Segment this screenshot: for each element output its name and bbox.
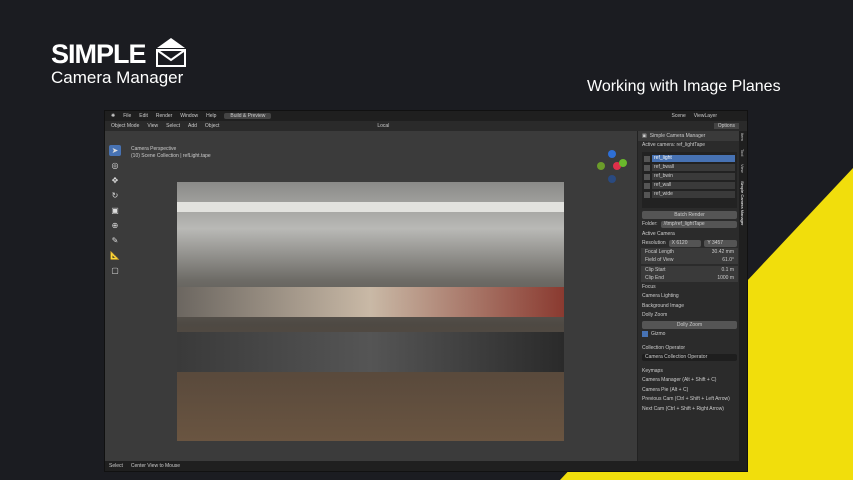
menu-select[interactable]: Select: [166, 123, 180, 129]
scale-tool-icon[interactable]: ▣: [109, 205, 121, 216]
focus-section[interactable]: Focus: [638, 282, 741, 292]
camera-lighting-section[interactable]: Camera Lighting: [638, 292, 741, 302]
add-cube-tool-icon[interactable]: ▢: [109, 265, 121, 276]
viewport-header: Object Mode View Select Add Object Local…: [105, 121, 747, 131]
envelope-icon: [156, 38, 186, 67]
mode-selector[interactable]: Object Mode: [111, 123, 139, 129]
view-layer-selector[interactable]: ViewLayer: [694, 113, 717, 119]
res-y-field[interactable]: Y 3457: [704, 239, 738, 247]
dolly-zoom-section[interactable]: Dolly Zoom: [638, 311, 741, 321]
status-bar: Select Center View to Mouse: [105, 461, 747, 471]
keymap-item: Camera Manager (Alt + Shift + C): [642, 377, 717, 384]
keymap-item: Next Cam (Ctrl + Shift + Right Arrow): [642, 405, 724, 412]
transform-orientation[interactable]: Local: [377, 123, 389, 129]
camera-list-item[interactable]: ref_bwin: [644, 172, 735, 181]
camera-list-item[interactable]: ref_light: [644, 154, 735, 163]
folder-field[interactable]: //tmp/ref_lightTape: [660, 220, 737, 228]
blender-window: ✺ File Edit Render Window Help Build & P…: [104, 110, 748, 472]
keymap-item: Camera Pie (Alt + C): [642, 386, 689, 393]
keymap-item: Previous Cam (Ctrl + Shift + Left Arrow): [642, 396, 730, 403]
rotate-tool-icon[interactable]: ↻: [109, 190, 121, 201]
menu-help[interactable]: Help: [206, 113, 216, 119]
camera-list-item[interactable]: ref_wide: [644, 190, 735, 199]
tab-camera-manager[interactable]: Simple Camera Manager: [740, 181, 745, 225]
camera-icon: ▣: [642, 132, 647, 139]
focal-length-field[interactable]: Focal Length 30.42 mm: [641, 248, 738, 256]
resolution-label: Resolution: [642, 240, 666, 247]
clip-start-field[interactable]: Clip Start 0.1 m: [641, 266, 738, 274]
gizmo-checkbox[interactable]: [642, 331, 648, 338]
active-camera-section[interactable]: Active Camera: [638, 229, 741, 239]
headline: Working with Image Planes: [587, 78, 781, 95]
res-x-field[interactable]: X 6120: [668, 239, 702, 247]
menu-view[interactable]: View: [147, 123, 158, 129]
clip-end-field[interactable]: Clip End 1000 m: [641, 274, 738, 282]
status-center-view: Center View to Mouse: [130, 463, 181, 469]
view-name: Camera Perspective: [131, 146, 177, 152]
tab-item[interactable]: Item: [740, 133, 745, 141]
brand-logo: SIMPLE Camera Manager: [51, 38, 186, 88]
transform-tool-icon[interactable]: ⊕: [109, 220, 121, 231]
status-select: Select: [109, 463, 123, 469]
tool-bar: ➤ ◎ ✥ ↻ ▣ ⊕ ✎ 📐 ▢: [109, 145, 123, 276]
image-plane-photo: [177, 182, 564, 441]
select-tool-icon[interactable]: ➤: [109, 145, 121, 156]
move-tool-icon[interactable]: ✥: [109, 175, 121, 186]
3d-viewport[interactable]: ➤ ◎ ✥ ↻ ▣ ⊕ ✎ 📐 ▢ Camera Perspective (10…: [105, 131, 637, 463]
menu-object[interactable]: Object: [205, 123, 219, 129]
folder-label: Folder:: [642, 221, 658, 228]
camera-list-item[interactable]: ref_bwall: [644, 163, 735, 172]
measure-tool-icon[interactable]: 📐: [109, 250, 121, 261]
menu-edit[interactable]: Edit: [139, 113, 148, 119]
active-camera-label: Active camera: ref_lightTape: [642, 142, 706, 149]
menu-window[interactable]: Window: [180, 113, 198, 119]
sidebar-tabs: Item Tool View Simple Camera Manager: [739, 131, 747, 463]
tab-tool[interactable]: Tool: [740, 149, 745, 156]
gizmo-label: Gizmo: [651, 331, 666, 338]
collection-operator-dropdown[interactable]: Camera Collection Operator: [642, 353, 737, 361]
options-button[interactable]: Options: [713, 123, 739, 129]
batch-render-button[interactable]: Batch Render: [642, 210, 737, 219]
camera-manager-panel: ▣ Simple Camera Manager Active camera: re…: [637, 131, 741, 463]
panel-header[interactable]: ▣ Simple Camera Manager: [638, 131, 741, 141]
camera-list[interactable]: ref_light ref_bwall ref_bwin ref_wall re…: [642, 152, 737, 208]
camera-list-item[interactable]: ref_wall: [644, 181, 735, 190]
product-name: Camera Manager: [51, 68, 184, 87]
fov-field[interactable]: Field of View 61.0°: [641, 256, 738, 264]
dolly-zoom-button[interactable]: Dolly Zoom: [642, 320, 737, 329]
scene-selector[interactable]: Scene: [672, 113, 686, 119]
blender-logo-icon[interactable]: ✺: [111, 113, 115, 119]
cursor-tool-icon[interactable]: ◎: [109, 160, 121, 171]
navigation-gizmo-icon[interactable]: [595, 149, 629, 189]
background-image-section[interactable]: Background Image: [638, 301, 741, 311]
collection-info: (10) Scene Collection | refLight.tape: [131, 153, 211, 159]
tab-view[interactable]: View: [740, 164, 745, 173]
annotate-tool-icon[interactable]: ✎: [109, 235, 121, 246]
menu-add[interactable]: Add: [188, 123, 197, 129]
menu-bar: ✺ File Edit Render Window Help Build & P…: [105, 111, 747, 121]
keymaps-label: Keymaps: [642, 367, 663, 374]
workspace-tab[interactable]: Build & Preview: [224, 113, 272, 119]
menu-render[interactable]: Render: [156, 113, 172, 119]
panel-title: Simple Camera Manager: [649, 132, 706, 139]
collection-operator-label: Collection Operator: [642, 344, 686, 351]
viewport-info: Camera Perspective (10) Scene Collection…: [131, 146, 211, 160]
menu-file[interactable]: File: [123, 113, 131, 119]
